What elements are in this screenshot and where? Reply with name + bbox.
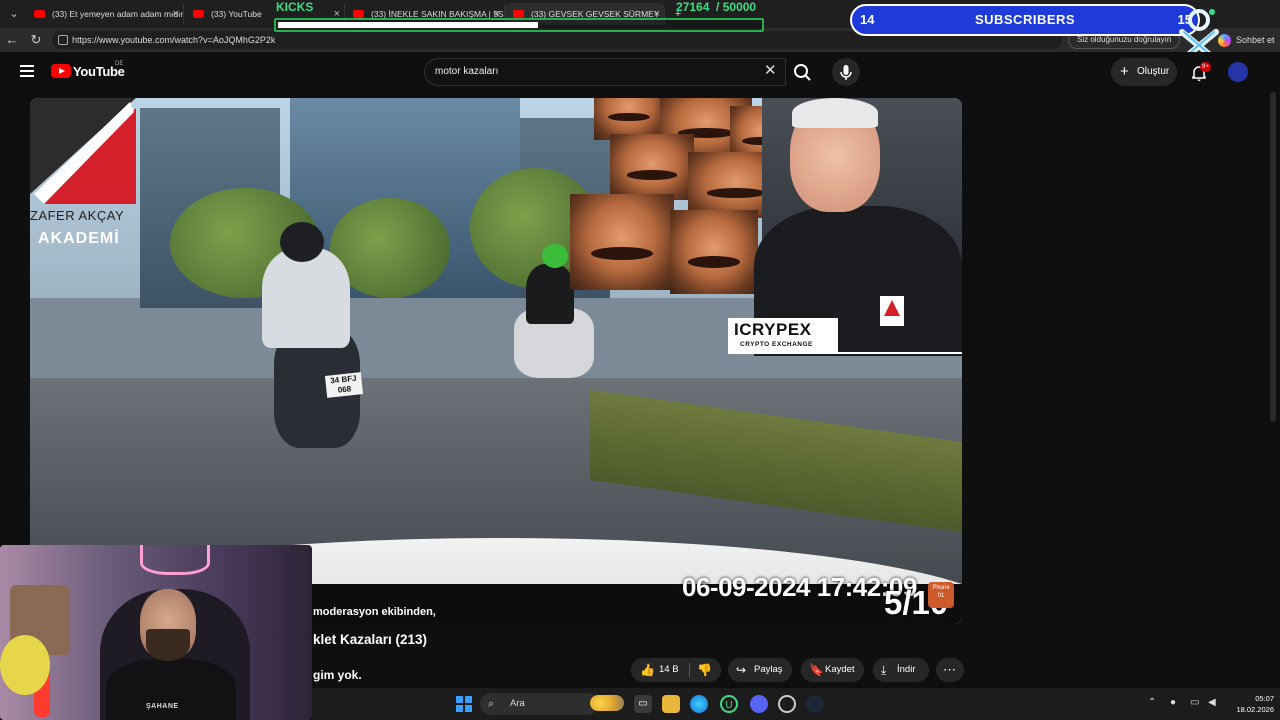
weather-widget-icon[interactable] (590, 695, 624, 711)
clear-search-icon[interactable]: ✕ (764, 62, 777, 80)
neon-light (140, 545, 210, 575)
microphone-tray-icon[interactable]: ● (1170, 697, 1176, 708)
kicks-current: 27164 (676, 0, 710, 14)
youtube-header: YouTube DE motor kazaları ✕ + Oluştur 9+ (0, 52, 1280, 92)
thumbs-up-icon[interactable]: 👍 (640, 658, 655, 682)
taskbar-search-label: Ara (510, 698, 525, 709)
kicks-goal: / 50000 (716, 0, 757, 14)
kicks-goal-overlay: KICKS 27164 / 50000 (270, 0, 765, 34)
search-icon: ⌕ (488, 698, 495, 710)
sponsor-banner: ICRYPEX CRYPTO EXCHANGE (728, 318, 838, 354)
file-explorer-icon[interactable] (662, 695, 680, 713)
share-label: Paylaş (754, 664, 783, 675)
chat-button[interactable]: Sohbet et (1218, 31, 1275, 49)
notification-badge: 9+ (1200, 62, 1211, 72)
like-dislike-group: 👍 14 B 👎 (631, 658, 721, 682)
url-text: https://www.youtube.com/watch?v=AoJQMhG2… (72, 35, 276, 45)
tab-close-icon[interactable]: × (173, 3, 179, 25)
like-count[interactable]: 14 B (659, 658, 679, 682)
brand-name: ZAFER AKÇAY (30, 208, 125, 223)
system-clock[interactable]: 05:07 18.02.2026 (1224, 693, 1274, 715)
create-label: Oluştur (1137, 66, 1170, 77)
share-button[interactable]: ↪ Paylaş (728, 658, 792, 682)
browser-tab[interactable]: (33) Et yemeyen adam adam mıdır × (26, 3, 184, 25)
reload-icon[interactable]: ↻ (28, 32, 44, 48)
streamer-beard (146, 629, 190, 661)
chat-label: Sohbet et (1236, 35, 1275, 45)
dashcam-timestamp: 06-09-2024 17:42:09 (682, 572, 917, 602)
kicks-progress-fill (278, 22, 539, 28)
subscribers-current: 14 (860, 12, 875, 27)
description-line: gim yok. (313, 668, 362, 682)
upwork-icon[interactable]: U (720, 695, 738, 713)
kicks-count: 27164 / 50000 (676, 0, 756, 14)
download-label: İndir (897, 664, 916, 675)
save-label: Kaydet (825, 664, 855, 675)
hamburger-menu-icon[interactable] (20, 65, 34, 77)
sponsor-name: ICRYPEX (734, 320, 812, 339)
bookmark-icon: 🔖 (809, 663, 824, 677)
phone-badge-line-1: Phone (932, 585, 950, 591)
edge-browser-icon[interactable] (690, 695, 708, 713)
plus-icon: + (1120, 63, 1129, 80)
brand-subtitle: AKADEMİ (38, 230, 120, 247)
windows-start-icon[interactable] (456, 696, 472, 712)
kicks-label: KICKS (276, 0, 314, 14)
subscribers-goal-overlay: SUBSCRIBERS 14 15 (850, 4, 1200, 36)
steam-icon[interactable] (806, 695, 824, 713)
phone-badge-line-2: 01 (937, 593, 945, 599)
microphone-icon[interactable] (832, 58, 860, 86)
caption-line: moderasyon ekibinden, (313, 606, 436, 618)
kicks-progress-bar (274, 18, 764, 32)
shirt-logo-icon (880, 296, 904, 326)
sponsor-underline (728, 352, 962, 354)
streamer-body (106, 659, 236, 720)
tab-list-chevron-icon[interactable]: ⌄ (4, 4, 24, 24)
clock-time: 05:07 (1255, 694, 1274, 703)
tab-title: (33) YouTube (211, 9, 262, 19)
share-icon: ↪ (736, 663, 747, 677)
video-title: klet Kazaları (213) (313, 632, 428, 647)
streamer-webcam: ŞAHANE (0, 545, 312, 720)
download-button[interactable]: ⤓ İndir (873, 658, 929, 682)
yellow-plush (0, 635, 50, 695)
taskbar-search[interactable]: ⌕ Ara (480, 693, 598, 715)
obs-icon[interactable] (778, 695, 796, 713)
account-avatar[interactable] (1228, 62, 1248, 82)
clock-date: 18.02.2026 (1236, 705, 1274, 714)
search-query: motor kazaları (435, 66, 499, 77)
youtube-favicon-icon (193, 10, 204, 18)
create-button[interactable]: + Oluştur (1111, 58, 1177, 86)
tray-chevron-icon[interactable]: ⌃ (1148, 697, 1156, 708)
shirt-text: ŞAHANE (146, 703, 179, 710)
license-plate: 34 BFJ 068 (324, 372, 364, 398)
youtube-favicon-icon (34, 10, 45, 18)
page-scrollbar[interactable] (1270, 92, 1276, 422)
phone-badge: Phone 01 (928, 582, 954, 608)
presenter-hair (792, 98, 878, 128)
plate-line-1: 34 BFJ (329, 373, 357, 386)
plate-line-2: 068 (337, 384, 352, 395)
site-info-icon[interactable] (58, 35, 68, 45)
youtube-logo-icon[interactable] (51, 64, 71, 78)
task-view-icon[interactable]: ▭ (634, 695, 652, 713)
like-divider (689, 663, 690, 677)
back-arrow-icon[interactable]: ← (4, 32, 20, 48)
windows-taskbar: ⌕ Ara ▭ U ⌃ ● ▭ ◀ 05:07 18.02.2026 (312, 688, 1280, 720)
save-button[interactable]: 🔖 Kaydet (801, 658, 864, 682)
display-tray-icon[interactable]: ▭ (1190, 697, 1199, 708)
sponsor-subtitle: CRYPTO EXCHANGE (740, 341, 813, 348)
search-icon[interactable] (786, 58, 818, 86)
download-icon: ⤓ (881, 663, 887, 677)
more-options-icon[interactable]: ⋯ (936, 658, 964, 682)
country-code: DE (115, 61, 124, 67)
discord-icon[interactable] (750, 695, 768, 713)
tab-title: (33) Et yemeyen adam adam mıdır (52, 9, 184, 19)
search-input[interactable]: motor kazaları (424, 58, 786, 86)
subscribers-label: SUBSCRIBERS (974, 12, 1076, 27)
volume-icon[interactable]: ◀ (1208, 697, 1216, 708)
thumbs-down-icon[interactable]: 👎 (697, 658, 712, 682)
zafer-akcay-logo-icon (30, 98, 136, 204)
